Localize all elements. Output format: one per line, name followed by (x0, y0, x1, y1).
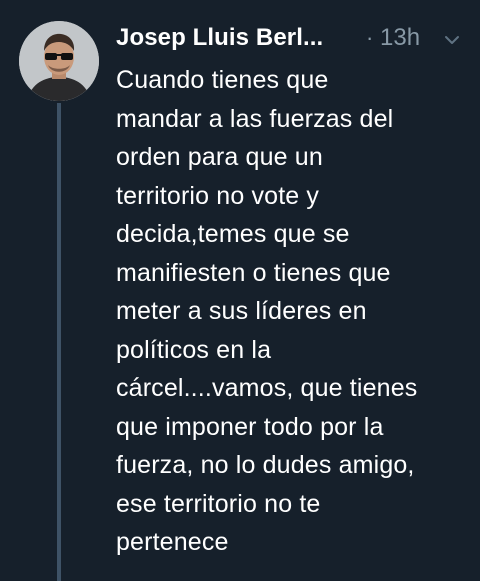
profile-photo (19, 21, 99, 101)
tweet[interactable]: Josep Lluis Berl... · 13h Cuando tienes … (0, 0, 480, 581)
thread-line (57, 103, 61, 581)
timestamp[interactable]: 13h (380, 24, 420, 52)
chevron-down-icon[interactable] (444, 34, 460, 46)
tweet-text-line: decida,temes que se (116, 220, 350, 248)
tweet-text-line: pertenece (116, 528, 229, 556)
tweet-text-line: mandar a las fuerzas del (116, 104, 394, 133)
tweet-text-line: territorio no vote y (116, 181, 320, 210)
tweet-text-line: políticos en la (116, 335, 272, 364)
tweet-text-line: meter a sus líderes en (116, 297, 367, 325)
tweet-text-line: Cuando tienes que (116, 66, 329, 94)
tweet-text: Cuando tienes que mandar a las fuerzas d… (116, 61, 476, 562)
tweet-text-line: fuerza, no lo dudes amigo, (116, 451, 415, 479)
tweet-text-line: manifiesten o tienes que (116, 258, 391, 287)
separator-dot: · (366, 25, 374, 50)
author-name[interactable]: Josep Lluis Berl... (116, 24, 323, 52)
tweet-text-line: cárcel....vamos, que tienes (116, 374, 418, 402)
tweet-text-line: orden para que un (116, 143, 323, 171)
tweet-text-line: que imponer todo por la (116, 412, 384, 441)
tweet-text-line: ese territorio no te (116, 489, 321, 518)
tweet-header: Josep Lluis Berl... · 13h (116, 22, 466, 58)
avatar[interactable] (19, 21, 99, 101)
